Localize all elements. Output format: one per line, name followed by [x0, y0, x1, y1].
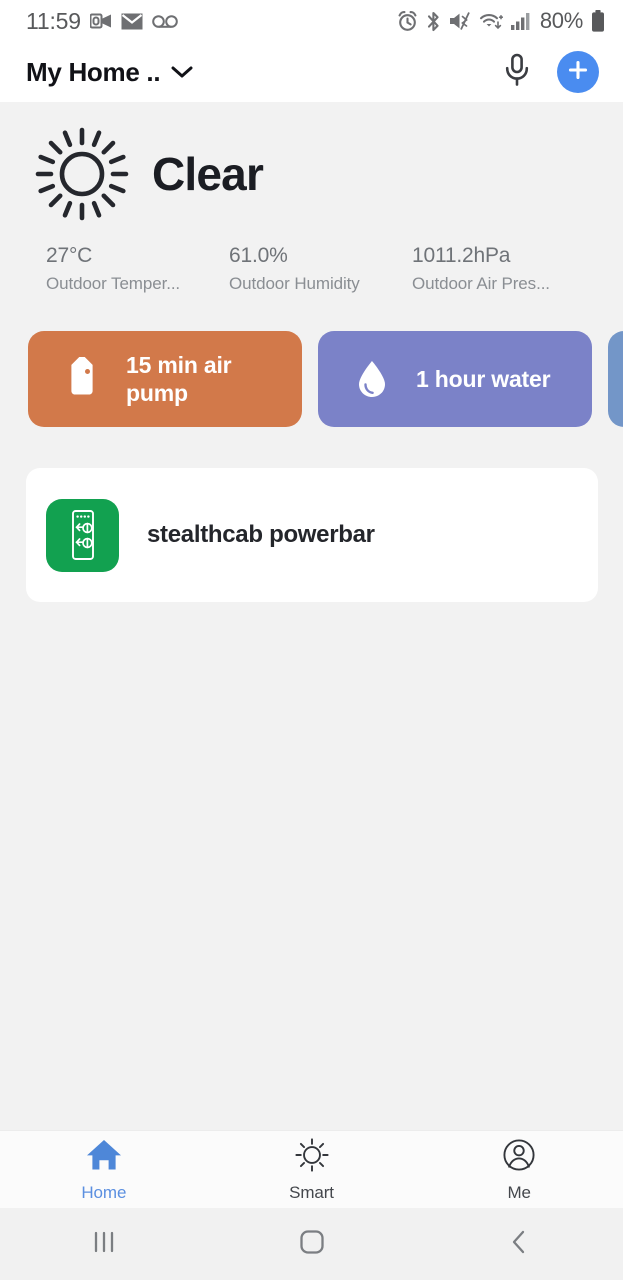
weather-stat-label: Outdoor Humidity [229, 274, 360, 293]
sun-icon [34, 126, 130, 222]
mute-vibrate-icon [449, 12, 470, 30]
account-icon [500, 1137, 538, 1178]
home-selector[interactable]: My Home .. [26, 57, 193, 88]
nav-item-smart[interactable]: Smart [208, 1137, 416, 1203]
back-chevron-icon [507, 1228, 531, 1261]
powerbar-icon [46, 498, 119, 572]
microphone-icon[interactable] [503, 53, 531, 92]
nav-label-me: Me [507, 1182, 531, 1202]
home-square-icon [298, 1228, 326, 1261]
scene-card-partial[interactable] [608, 331, 623, 427]
weather-stat-label: Outdoor Air Pres... [412, 274, 550, 293]
weather-stat-value: 27°C [46, 244, 93, 267]
phone-screen: 11:59 80% My Home .. Clear 27°C Outdoor … [0, 0, 623, 1280]
status-bar: 11:59 80% [0, 0, 623, 42]
weather-stat-value: 61.0% [229, 244, 288, 267]
sun-small-icon [293, 1137, 331, 1178]
weather-stats: 27°C Outdoor Temper... 61.0% Outdoor Hum… [0, 244, 623, 294]
weather-stat-temperature: 27°C Outdoor Temper... [46, 244, 229, 294]
nav-label-home: Home [81, 1182, 127, 1202]
nav-item-home[interactable]: Home [0, 1137, 208, 1203]
scene-card-air-pump[interactable]: 15 min air pump [28, 331, 302, 427]
water-drop-icon [350, 357, 394, 401]
recents-button[interactable] [0, 1228, 208, 1261]
scene-carousel[interactable]: 15 min air pump 1 hour water [0, 331, 623, 427]
home-button[interactable] [208, 1228, 416, 1261]
weather-summary[interactable]: Clear 27°C Outdoor Temper... 61.0% Outdo… [0, 126, 623, 294]
nav-label-smart: Smart [289, 1182, 334, 1202]
weather-stat-humidity: 61.0% Outdoor Humidity [229, 244, 412, 294]
weather-main-row: Clear [0, 126, 623, 222]
scene-card-label: 15 min air pump [126, 351, 232, 406]
outlook-icon [89, 13, 111, 29]
signal-icon [510, 12, 530, 30]
weather-stat-value: 1011.2hPa [412, 244, 511, 267]
wifi-icon [479, 14, 503, 30]
app-bar-actions [503, 51, 599, 93]
nav-item-me[interactable]: Me [415, 1137, 623, 1203]
weather-stat-label: Outdoor Temper... [46, 274, 181, 293]
back-button[interactable] [415, 1228, 623, 1261]
status-time: 11:59 [26, 7, 81, 34]
chevron-down-icon [171, 65, 193, 79]
device-name-label: stealthcab powerbar [147, 521, 375, 548]
home-icon [85, 1137, 123, 1178]
add-device-button[interactable] [557, 51, 599, 93]
battery-percent: 80% [539, 8, 583, 33]
battery-icon [592, 10, 604, 32]
app-bar: My Home .. [0, 42, 623, 102]
system-navigation-bar [0, 1208, 623, 1280]
bluetooth-icon [427, 11, 439, 31]
voicemail-icon [152, 14, 178, 28]
status-bar-left: 11:59 [26, 8, 178, 35]
home-name-label: My Home .. [26, 56, 161, 87]
weather-stat-pressure: 1011.2hPa Outdoor Air Pres... [412, 244, 595, 294]
tag-icon [60, 354, 104, 401]
mail-icon [121, 13, 143, 29]
alarm-icon [398, 10, 417, 31]
device-card-stealthcab-powerbar[interactable]: stealthcab powerbar [26, 468, 598, 602]
plus-icon [566, 58, 590, 87]
bottom-navigation: Home Smart Me [0, 1130, 623, 1208]
status-bar-right: 80% [397, 8, 605, 34]
scene-card-label: 1 hour water [416, 365, 551, 392]
weather-condition: Clear [152, 148, 264, 200]
recents-icon [91, 1228, 117, 1261]
scene-card-water[interactable]: 1 hour water [318, 331, 592, 427]
